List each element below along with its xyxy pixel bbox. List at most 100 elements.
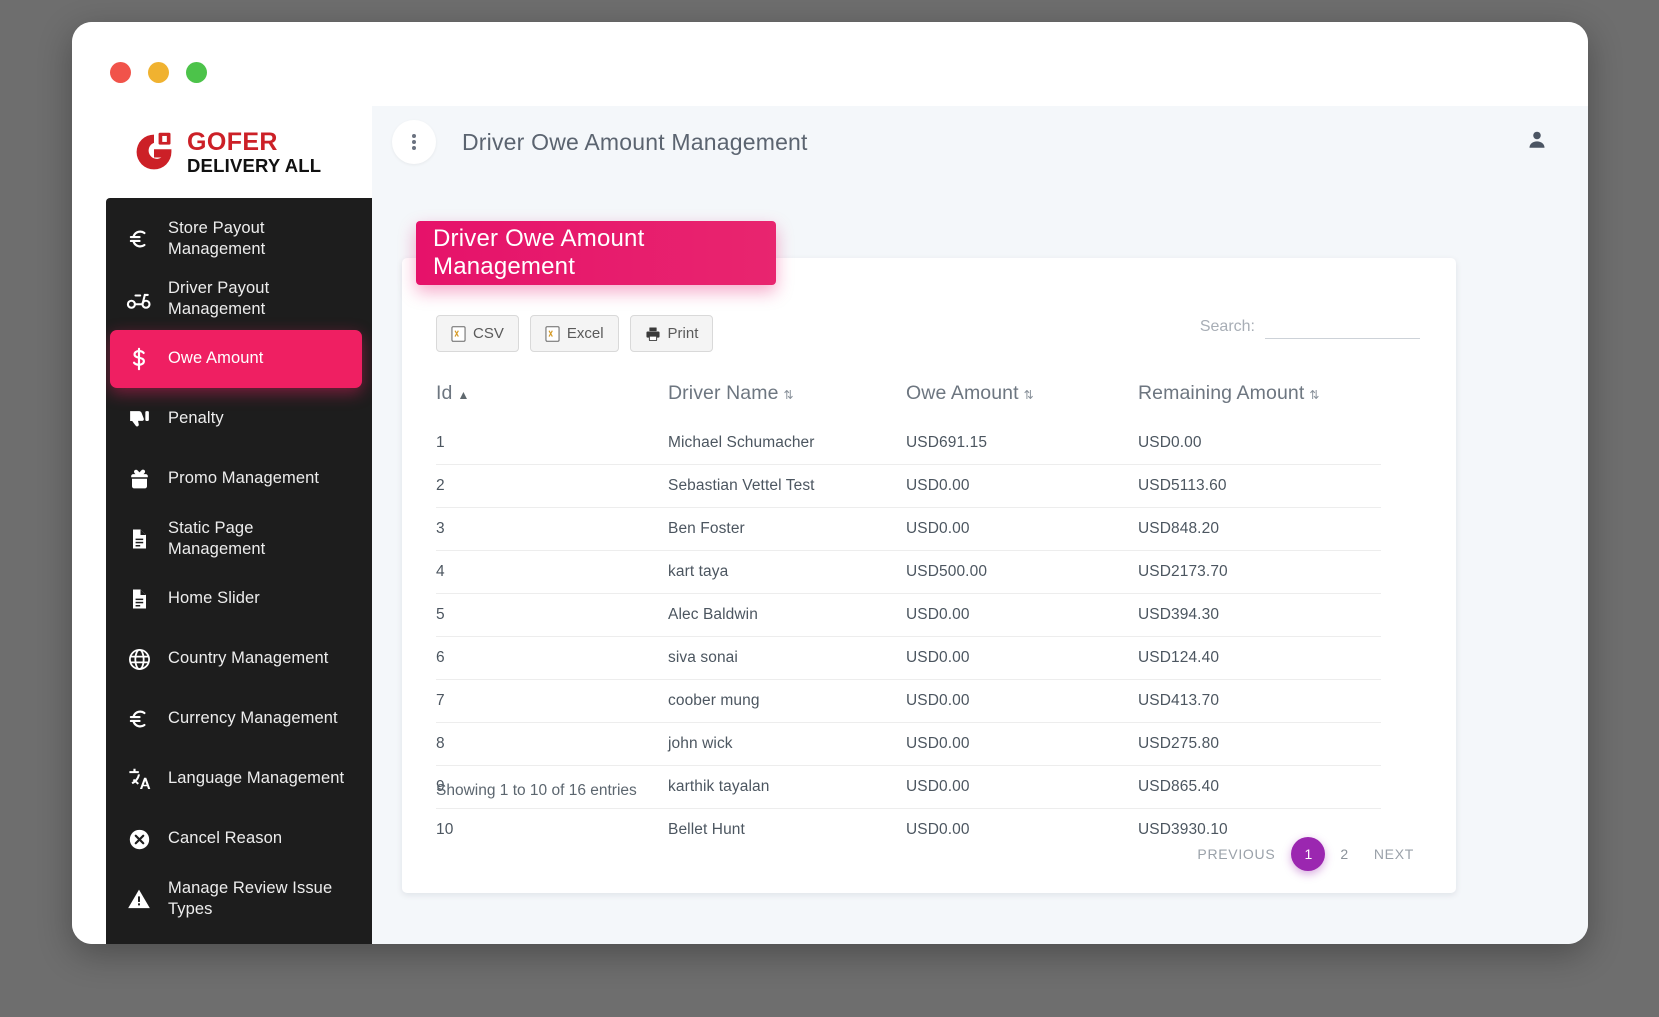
window-titlebar — [72, 22, 1588, 106]
cell-id: 7 — [436, 679, 668, 723]
sort-both-icon: ⇅ — [783, 388, 794, 402]
cell-owe-amount: USD500.00 — [906, 550, 1138, 594]
document-icon — [110, 527, 168, 551]
scooter-icon — [110, 285, 168, 313]
sidebar-item-language-management[interactable]: Language Management — [110, 750, 362, 808]
print-button[interactable]: Print — [629, 315, 714, 352]
pagination-page-2[interactable]: 2 — [1331, 840, 1358, 868]
print-label: Print — [667, 325, 699, 342]
cell-driver-name: Michael Schumacher — [668, 434, 815, 451]
export-excel-button[interactable]: Excel — [529, 315, 619, 352]
sidebar-item-penalty[interactable]: Penalty — [110, 390, 362, 448]
page-title: Driver Owe Amount Management — [462, 128, 808, 155]
sidebar-item-label: Penalty — [168, 409, 224, 428]
export-csv-button[interactable]: CSV — [436, 315, 519, 352]
table-row[interactable]: 1 Michael Schumacher USD691.15 USD0.00 — [436, 422, 1381, 465]
sort-both-icon: ⇅ — [1023, 388, 1034, 402]
cell-remaining-amount: USD5113.60 — [1138, 464, 1381, 508]
brand-logo-block[interactable]: GOFER DELIVERY ALL — [72, 106, 372, 198]
cell-id: 5 — [436, 593, 668, 637]
column-header-owe-amount[interactable]: Owe Amount ⇅ — [906, 374, 1138, 422]
export-excel-label: Excel — [566, 325, 604, 342]
cell-id: 6 — [436, 636, 668, 680]
table-row[interactable]: 6 siva sonai USD0.00 USD124.40 — [436, 636, 1381, 680]
cell-remaining-amount: USD275.80 — [1138, 722, 1381, 766]
sidebar-item-label: Store Payout Management — [168, 218, 266, 258]
column-header-id[interactable]: Id ▲ — [436, 374, 668, 422]
minimize-window-button[interactable] — [148, 62, 169, 83]
column-header-driver-name[interactable]: Driver Name ⇅ — [668, 374, 906, 422]
sidebar-nav: Store Payout Management Driver Payout Ma… — [106, 198, 372, 944]
pagination-page-1[interactable]: 1 — [1291, 837, 1326, 871]
table-row[interactable]: 2 Sebastian Vettel Test USD0.00 USD5113.… — [436, 464, 1381, 508]
owe-amount-card: Driver Owe Amount Management CSV Excel P… — [402, 221, 1456, 893]
cell-owe-amount: USD691.15 — [906, 434, 988, 451]
table-header-row: Id ▲ Driver Name ⇅ Owe Amount ⇅ Remaining A… — [436, 374, 1381, 422]
user-icon[interactable] — [1526, 129, 1548, 156]
sidebar-item-driver-payout-management[interactable]: Driver Payout Management — [110, 270, 362, 328]
sidebar-item-promo-management[interactable]: Promo Management — [110, 450, 362, 508]
cell-driver-name: karthik tayalan — [668, 765, 906, 809]
pagination: PREVIOUS 1 2 NEXT — [1187, 837, 1424, 871]
sidebar-item-owe-amount[interactable]: Owe Amount — [110, 330, 362, 388]
warning-triangle-icon — [110, 886, 168, 912]
cell-id: 10 — [436, 808, 668, 851]
table-row[interactable]: 5 Alec Baldwin USD0.00 USD394.30 — [436, 593, 1381, 637]
sidebar-item-static-page-management[interactable]: Static Page Management — [110, 510, 362, 568]
table-row[interactable]: 7 coober mung USD0.00 USD413.70 — [436, 679, 1381, 723]
brand-name-secondary: DELIVERY ALL — [187, 154, 322, 176]
cell-remaining-amount: USD124.40 — [1138, 636, 1381, 680]
sidebar-item-label: Static Page Management — [168, 518, 266, 558]
search-input[interactable] — [1265, 314, 1420, 339]
column-header-remaining-amount[interactable]: Remaining Amount ⇅ — [1138, 374, 1381, 422]
cell-owe-amount: USD0.00 — [906, 464, 1138, 508]
table-row[interactable]: 8 john wick USD0.00 USD275.80 — [436, 722, 1381, 766]
sidebar-item-currency-management[interactable]: Currency Management — [110, 690, 362, 748]
sidebar-item-store-payout-management[interactable]: Store Payout Management — [110, 210, 362, 268]
document-icon — [110, 587, 168, 611]
cell-owe-amount: USD0.00 — [906, 765, 1138, 809]
csv-file-icon — [451, 325, 466, 342]
cell-owe-amount: USD0.00 — [906, 593, 1138, 637]
table-row[interactable]: 3 Ben Foster USD0.00 USD848.20 — [436, 507, 1381, 551]
search-label: Search: — [1199, 318, 1255, 335]
sidebar-item-label: Driver Payout Management — [168, 278, 270, 318]
column-header-label: Driver Name — [668, 382, 779, 404]
cell-driver-name: siva sonai — [668, 636, 906, 680]
owe-amount-table: Id ▲ Driver Name ⇅ Owe Amount ⇅ Remaining A… — [436, 374, 1381, 851]
cell-driver-name: john wick — [668, 722, 906, 766]
sidebar-item-cancel-reason[interactable]: Cancel Reason — [110, 810, 362, 868]
brand-name-primary: GOFER — [187, 127, 278, 156]
table-row[interactable]: 4 kart taya USD500.00 USD2173.70 — [436, 550, 1381, 594]
printer-icon — [645, 326, 660, 341]
sidebar-item-label: Promo Management — [168, 469, 320, 488]
close-window-button[interactable] — [110, 62, 131, 83]
cell-owe-amount: USD0.00 — [906, 636, 1138, 680]
x-circle-icon — [110, 827, 168, 852]
cell-driver-name: kart taya — [668, 550, 906, 594]
pagination-next-button[interactable]: NEXT — [1364, 840, 1424, 868]
column-header-label: Id — [436, 382, 453, 404]
kebab-menu-icon[interactable] — [392, 120, 436, 164]
sidebar-item-manage-review-issue-types[interactable]: Manage Review Issue Types — [110, 870, 362, 928]
euro-icon — [110, 706, 168, 732]
cell-remaining-amount: USD2173.70 — [1138, 550, 1381, 594]
screen-root: GOFER DELIVERY ALL Store Payout Manageme… — [0, 0, 1659, 1017]
dollar-icon — [110, 346, 168, 372]
pagination-previous-button[interactable]: PREVIOUS — [1187, 840, 1285, 868]
cell-remaining-amount: USD848.20 — [1138, 507, 1381, 551]
globe-icon — [110, 647, 168, 672]
sidebar: GOFER DELIVERY ALL Store Payout Manageme… — [72, 106, 372, 944]
sidebar-item-label: Home Slider — [168, 589, 260, 608]
cell-driver-name: Bellet Hunt — [668, 808, 906, 851]
sidebar-item-home-slider[interactable]: Home Slider — [110, 570, 362, 628]
card-banner-title: Driver Owe Amount Management — [416, 221, 776, 285]
column-header-label: Remaining Amount — [1138, 382, 1305, 404]
excel-file-icon — [545, 325, 560, 342]
maximize-window-button[interactable] — [186, 62, 207, 83]
export-csv-label: CSV — [473, 325, 504, 342]
sidebar-item-country-management[interactable]: Country Management — [110, 630, 362, 688]
thumbs-down-icon — [110, 407, 168, 432]
top-bar: Driver Owe Amount Management — [372, 106, 1588, 178]
cell-id: 1 — [436, 434, 445, 451]
